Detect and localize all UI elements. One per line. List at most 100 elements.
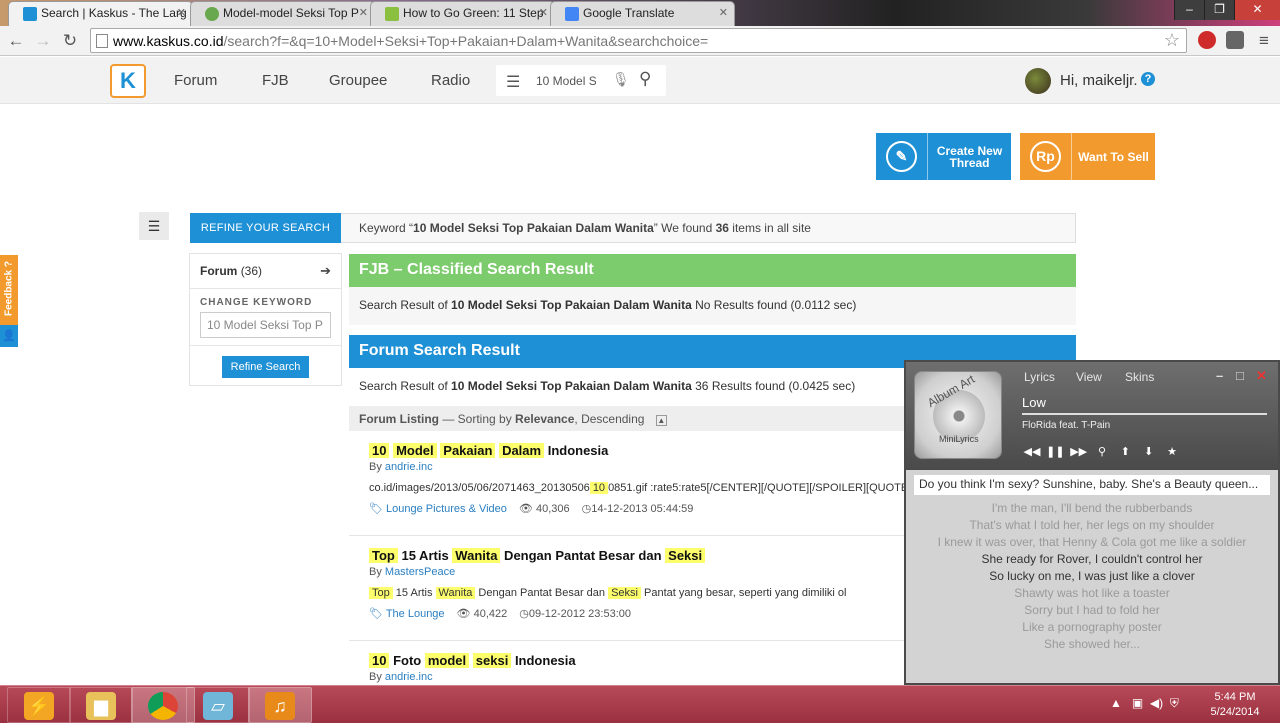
kaskus-logo-icon[interactable]: K xyxy=(110,64,146,98)
change-keyword-input[interactable] xyxy=(200,312,331,338)
nav-radio[interactable]: Radio xyxy=(431,72,470,89)
close-tab-icon[interactable]: ✕ xyxy=(177,6,186,19)
star-icon[interactable]: ★ xyxy=(1162,445,1182,458)
taskbar-music-player[interactable]: ♫ xyxy=(248,687,312,723)
nav-fjb[interactable]: FJB xyxy=(262,72,289,89)
microphone-icon[interactable]: 🎙 xyxy=(612,71,630,88)
want-to-sell-button[interactable]: Rp Want To Sell xyxy=(1020,133,1155,180)
browser-tab-model-model[interactable]: Model-model Seksi Top P ✕ xyxy=(190,1,375,26)
feedback-tab[interactable]: Feedback ? xyxy=(0,255,18,325)
shield-icon[interactable]: ⛨ xyxy=(1170,696,1179,710)
forward-arrow-icon[interactable]: → xyxy=(33,31,53,51)
eye-icon: 👁 xyxy=(518,503,533,515)
extension-red-icon[interactable] xyxy=(1198,31,1216,49)
help-icon[interactable]: ? xyxy=(1141,72,1155,86)
address-bar[interactable]: www.kaskus.co.id/search?f=&q=10+Model+Se… xyxy=(90,28,1187,53)
rupiah-icon: Rp xyxy=(1030,141,1061,172)
result-category[interactable]: 🏷 The Lounge xyxy=(369,608,445,620)
extension-glasses-icon[interactable] xyxy=(1226,31,1244,49)
toggle-sidebar-menu-icon[interactable]: ☰ xyxy=(139,212,169,240)
search-menu-icon[interactable]: ☰ xyxy=(506,72,520,92)
close-tab-icon[interactable]: ✕ xyxy=(539,6,548,19)
highlighted-term: Dalam xyxy=(499,443,545,458)
lyric-line: That's what I told her, her legs on my s… xyxy=(969,518,1215,532)
sorting-value[interactable]: Relevance xyxy=(515,412,574,426)
show-hidden-icons-icon[interactable]: ▲ xyxy=(1110,696,1122,710)
pause-icon[interactable]: ❚❚ xyxy=(1045,445,1065,458)
refine-search-tab[interactable]: REFINE YOUR SEARCH xyxy=(190,213,341,243)
refine-search-button[interactable]: Refine Search xyxy=(222,356,309,378)
volume-icon[interactable]: ◀) xyxy=(1150,696,1163,710)
menu-skins[interactable]: Skins xyxy=(1125,370,1154,384)
arrow-up-icon[interactable]: ⬆ xyxy=(1115,445,1135,458)
title-text: Foto xyxy=(389,653,425,668)
nav-forum[interactable]: Forum xyxy=(174,72,217,89)
taskbar-file-explorer[interactable]: ▆ xyxy=(69,687,133,723)
fjb-section-title: FJB – Classified Search Result xyxy=(349,254,1076,287)
result-views: 👁 40,306 xyxy=(519,503,570,515)
tab-title: Model-model Seksi Top P xyxy=(223,6,359,20)
header-search-input[interactable] xyxy=(536,72,596,90)
search-icon[interactable]: ⚲ xyxy=(639,69,651,89)
lyric-line: She showed her... xyxy=(1043,637,1141,651)
title-text: 15 Artis xyxy=(397,548,453,563)
nav-groupee[interactable]: Groupee xyxy=(329,72,387,89)
author-link[interactable]: andrie.inc xyxy=(385,671,433,683)
tab-title: Search | Kaskus - The Larg xyxy=(41,6,187,20)
taskbar-notepad[interactable]: ▱ xyxy=(186,687,250,723)
next-track-icon[interactable]: ▶▶ xyxy=(1069,445,1089,458)
title-text: Dengan Pantat Besar dan xyxy=(500,548,666,563)
eye-icon: 👁 xyxy=(456,608,471,620)
arrow-down-icon[interactable]: ⬇ xyxy=(1139,445,1159,458)
keyword-suffix: ” We found xyxy=(653,221,716,235)
snippet-text: 0851.gif :rate5:rate5[/CENTER][/QUOTE][/… xyxy=(608,482,912,494)
browser-tab-google-translate[interactable]: Google Translate ✕ xyxy=(550,1,735,26)
result-category[interactable]: 🏷 Lounge Pictures & Video xyxy=(369,503,507,515)
forum-filter-count: (36) xyxy=(240,264,263,278)
maximize-icon[interactable]: □ xyxy=(1236,368,1244,383)
browser-tab-go-green[interactable]: How to Go Green: 11 Step ✕ xyxy=(370,1,555,26)
bookmark-star-icon[interactable]: ☆ xyxy=(1164,30,1180,51)
forum-filter[interactable]: Forum (36) ➔ xyxy=(190,254,341,289)
taskbar-app-plugin[interactable]: ⚡ xyxy=(7,687,71,723)
clock[interactable]: 5:44 PM 5/24/2014 xyxy=(1205,690,1265,720)
menu-view[interactable]: View xyxy=(1076,370,1102,384)
feedback-user-icon[interactable]: 👤 xyxy=(0,325,18,347)
forum-result-suffix: 36 Results found (0.0425 sec) xyxy=(691,379,856,393)
browser-tab-bar: Search | Kaskus - The Larg ✕ Model-model… xyxy=(0,0,1280,26)
previous-track-icon[interactable]: ◀◀ xyxy=(1022,445,1042,458)
search-lyrics-icon[interactable]: ⚲ xyxy=(1092,445,1112,458)
windows-taskbar: ⚡ ▆ ▱ ♫ ▲ ▣ ◀) ⛨ 5:44 PM 5/24/2014 xyxy=(0,685,1280,723)
views-count: 40,422 xyxy=(473,608,508,620)
create-thread-button[interactable]: ✎ Create New Thread xyxy=(876,133,1011,180)
minimize-icon[interactable]: – xyxy=(1216,368,1223,383)
forum-keyword: 10 Model Seksi Top Pakaian Dalam Wanita xyxy=(451,379,692,393)
close-icon[interactable]: ✕ xyxy=(1256,368,1267,384)
maximize-window-icon[interactable]: ❐ xyxy=(1204,0,1234,20)
system-tray: ▲ ▣ ◀) ⛨ xyxy=(1110,696,1179,711)
browser-tab-kaskus-search[interactable]: Search | Kaskus - The Larg ✕ xyxy=(8,1,193,26)
highlighted-term: Pakaian xyxy=(440,443,496,458)
sort-toggle-icon[interactable]: ▲ xyxy=(655,415,667,426)
title-text: Indonesia xyxy=(544,443,609,458)
user-greeting[interactable]: Hi, maikeljr. xyxy=(1060,72,1138,89)
close-tab-icon[interactable]: ✕ xyxy=(359,6,368,19)
song-title: Low xyxy=(1022,395,1267,415)
reload-icon[interactable]: ↻ xyxy=(60,31,80,51)
minimize-window-icon[interactable]: – xyxy=(1174,0,1204,20)
lyric-line: Shawty was hot like a toaster xyxy=(1014,586,1170,600)
album-art-brand: MiniLyrics xyxy=(939,434,979,444)
menu-lyrics[interactable]: Lyrics xyxy=(1024,370,1055,384)
keyword-prefix: Keyword “ xyxy=(359,221,414,235)
author-link[interactable]: andrie.inc xyxy=(385,461,433,473)
author-link[interactable]: MastersPeace xyxy=(385,566,455,578)
close-window-icon[interactable]: ✕ xyxy=(1234,0,1280,20)
close-tab-icon[interactable]: ✕ xyxy=(719,6,728,19)
chrome-menu-icon[interactable]: ≡ xyxy=(1254,31,1274,51)
network-icon[interactable]: ▣ xyxy=(1132,696,1143,710)
back-arrow-icon[interactable]: ← xyxy=(6,31,26,51)
clock-icon: ◷ xyxy=(581,503,592,515)
avatar[interactable] xyxy=(1025,68,1051,94)
fjb-result-suffix: No Results found (0.0112 sec) xyxy=(691,298,857,312)
highlighted-term: Wanita xyxy=(435,587,476,599)
